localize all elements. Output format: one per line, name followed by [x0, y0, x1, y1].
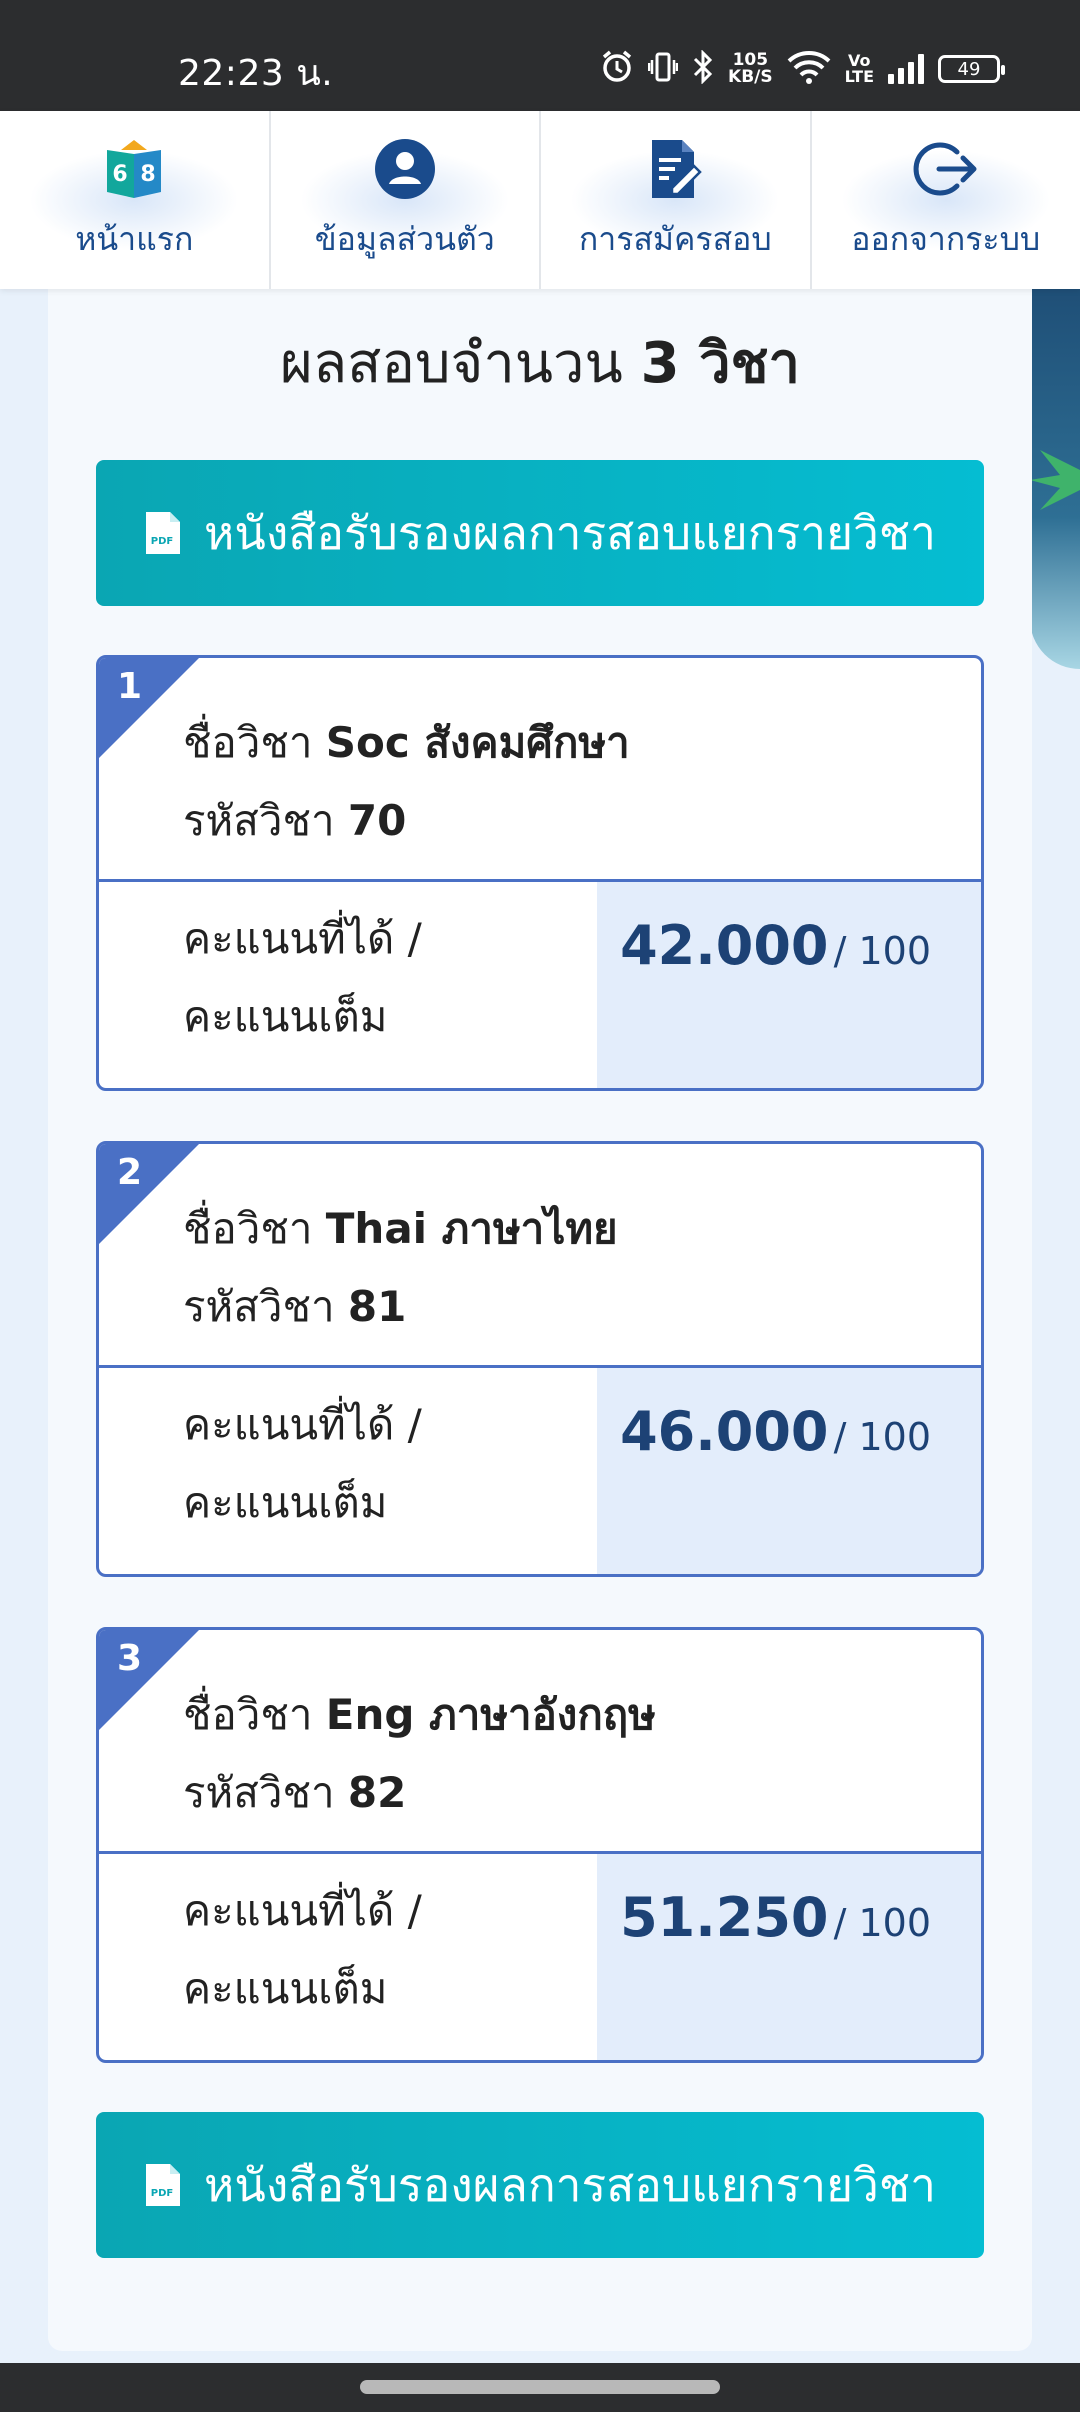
subject-label: ชื่อวิชา	[183, 1204, 313, 1253]
volte-indicator: Vo LTE	[845, 53, 874, 85]
leaf-decoration	[1030, 450, 1080, 510]
subject-card-header: ชื่อวิชา Soc สังคมศึกษา รหัสวิชา 70	[99, 658, 981, 882]
book-icon: 6 8	[107, 139, 162, 198]
code-label: รหัสวิชา	[183, 1282, 335, 1331]
subject-label: ชื่อวิชา	[183, 718, 313, 767]
score-box: 42.000 / 100	[597, 882, 981, 1088]
subject-card: ชื่อวิชา Eng ภาษาอังกฤษ รหัสวิชา 82 3 คะ…	[96, 1627, 984, 2063]
nav-item-profile[interactable]: ข้อมูลส่วนตัว	[271, 111, 541, 289]
subject-name-line: ชื่อวิชา Soc สังคมศึกษา	[183, 713, 630, 773]
nav-item-logout[interactable]: ออกจากระบบ	[812, 111, 1080, 289]
score-label-line1: คะแนนที่ได้ /	[183, 914, 422, 963]
subject-name-line: ชื่อวิชา Eng ภาษาอังกฤษ	[183, 1685, 656, 1745]
status-time: 22:23 น.	[178, 53, 334, 94]
score-value: 51.250 / 100	[620, 1886, 931, 1949]
score-full: / 100	[833, 929, 931, 973]
pdf-icon: PDF	[146, 512, 181, 554]
score-label-line2: คะแนนเต็ม	[183, 992, 388, 1041]
battery-level: 49	[957, 58, 981, 80]
alarm-icon	[600, 49, 634, 89]
score-label: คะแนนที่ได้ / คะแนนเต็ม	[183, 900, 563, 1056]
bluetooth-icon	[692, 49, 714, 88]
results-title: ผลสอบจำนวน 3 วิชา	[48, 329, 1032, 399]
score-label: คะแนนที่ได้ / คะแนนเต็ม	[183, 1386, 563, 1542]
pdf-icon: PDF	[146, 2164, 181, 2206]
signal-icon	[888, 54, 924, 84]
score-label-line2: คะแนนเต็ม	[183, 1964, 388, 2013]
certificate-button-top[interactable]: PDF หนังสือรับรองผลการสอบแยกรายวิชา	[96, 460, 984, 606]
nav-label-home: หน้าแรก	[75, 219, 194, 258]
navigation-bar	[0, 2363, 1080, 2412]
score-value: 42.000 / 100	[620, 914, 931, 977]
score-box: 51.250 / 100	[597, 1854, 981, 2060]
status-icons: 105 KB/S Vo LTE 49	[600, 44, 1005, 94]
results-title-count: 3 วิชา	[640, 331, 800, 396]
score-label-line1: คะแนนที่ได้ /	[183, 1886, 422, 1935]
subject-card-header: ชื่อวิชา Thai ภาษาไทย รหัสวิชา 81	[99, 1144, 981, 1368]
card-number: 3	[117, 1638, 143, 1679]
score-full: / 100	[833, 1901, 931, 1945]
pdf-icon-text: PDF	[151, 2188, 173, 2199]
wifi-icon	[787, 50, 831, 88]
pdf-icon-text: PDF	[151, 536, 173, 547]
score-obtained: 51.250	[620, 1886, 829, 1949]
top-navigation: 6 8 หน้าแรก ข้อมูลส่วนตัว การสมัครสอบ ออ…	[0, 111, 1080, 289]
subject-card: ชื่อวิชา Soc สังคมศึกษา รหัสวิชา 70 1 คะ…	[96, 655, 984, 1091]
score-obtained: 46.000	[620, 1400, 829, 1463]
card-number-corner	[99, 1144, 199, 1244]
subject-name: Eng ภาษาอังกฤษ	[325, 1690, 656, 1739]
nav-label-profile: ข้อมูลส่วนตัว	[314, 219, 495, 258]
card-number: 1	[117, 666, 143, 707]
subject-label: ชื่อวิชา	[183, 1690, 313, 1739]
nav-item-home[interactable]: 6 8 หน้าแรก	[0, 111, 271, 289]
logo-digit-left: 6	[113, 162, 128, 187]
score-value: 46.000 / 100	[620, 1400, 931, 1463]
volte-bottom: LTE	[844, 67, 874, 86]
net-speed-unit: KB/S	[728, 67, 773, 87]
form-edit-icon	[652, 139, 703, 198]
score-label: คะแนนที่ได้ / คะแนนเต็ม	[183, 1872, 563, 2028]
subject-name: Soc สังคมศึกษา	[325, 718, 630, 767]
home-gesture-handle[interactable]	[360, 2380, 720, 2394]
subject-name-line: ชื่อวิชา Thai ภาษาไทย	[183, 1199, 618, 1259]
battery-icon: 49	[938, 55, 1005, 83]
card-number-corner	[99, 658, 199, 758]
code-label: รหัสวิชา	[183, 1768, 335, 1817]
score-box: 46.000 / 100	[597, 1368, 981, 1574]
nav-label-logout: ออกจากระบบ	[851, 219, 1041, 258]
subject-code: 70	[347, 796, 407, 845]
results-panel: ผลสอบจำนวน 3 วิชา PDF หนังสือรับรองผลการ…	[48, 289, 1032, 2351]
vibrate-icon	[647, 51, 679, 87]
nav-label-registration: การสมัครสอบ	[578, 219, 772, 258]
status-bar: 22:23 น. 105 KB/S Vo LTE 49	[0, 0, 1080, 111]
certificate-button-bottom[interactable]: PDF หนังสือรับรองผลการสอบแยกรายวิชา	[96, 2112, 984, 2258]
subject-code: 81	[347, 1282, 407, 1331]
logout-icon	[913, 142, 977, 195]
subject-card: ชื่อวิชา Thai ภาษาไทย รหัสวิชา 81 2 คะแน…	[96, 1141, 984, 1577]
subject-code-line: รหัสวิชา 82	[183, 1763, 406, 1823]
subject-code: 82	[347, 1768, 407, 1817]
net-speed: 105 KB/S	[728, 52, 773, 86]
nav-item-registration[interactable]: การสมัครสอบ	[541, 111, 812, 289]
subject-name: Thai ภาษาไทย	[325, 1204, 618, 1253]
certificate-button-label: หนังสือรับรองผลการสอบแยกรายวิชา	[204, 505, 936, 560]
subject-code-line: รหัสวิชา 70	[183, 791, 406, 851]
logo-digit-right: 8	[141, 162, 156, 187]
score-label-line2: คะแนนเต็ม	[183, 1478, 388, 1527]
certificate-button-label: หนังสือรับรองผลการสอบแยกรายวิชา	[204, 2157, 936, 2212]
code-label: รหัสวิชา	[183, 796, 335, 845]
score-label-line1: คะแนนที่ได้ /	[183, 1400, 422, 1449]
user-icon	[374, 138, 435, 199]
card-number: 2	[117, 1152, 143, 1193]
results-title-prefix: ผลสอบจำนวน	[280, 331, 623, 396]
subject-code-line: รหัสวิชา 81	[183, 1277, 406, 1337]
score-obtained: 42.000	[620, 914, 829, 977]
score-full: / 100	[833, 1415, 931, 1459]
subject-card-header: ชื่อวิชา Eng ภาษาอังกฤษ รหัสวิชา 82	[99, 1630, 981, 1854]
card-number-corner	[99, 1630, 199, 1730]
